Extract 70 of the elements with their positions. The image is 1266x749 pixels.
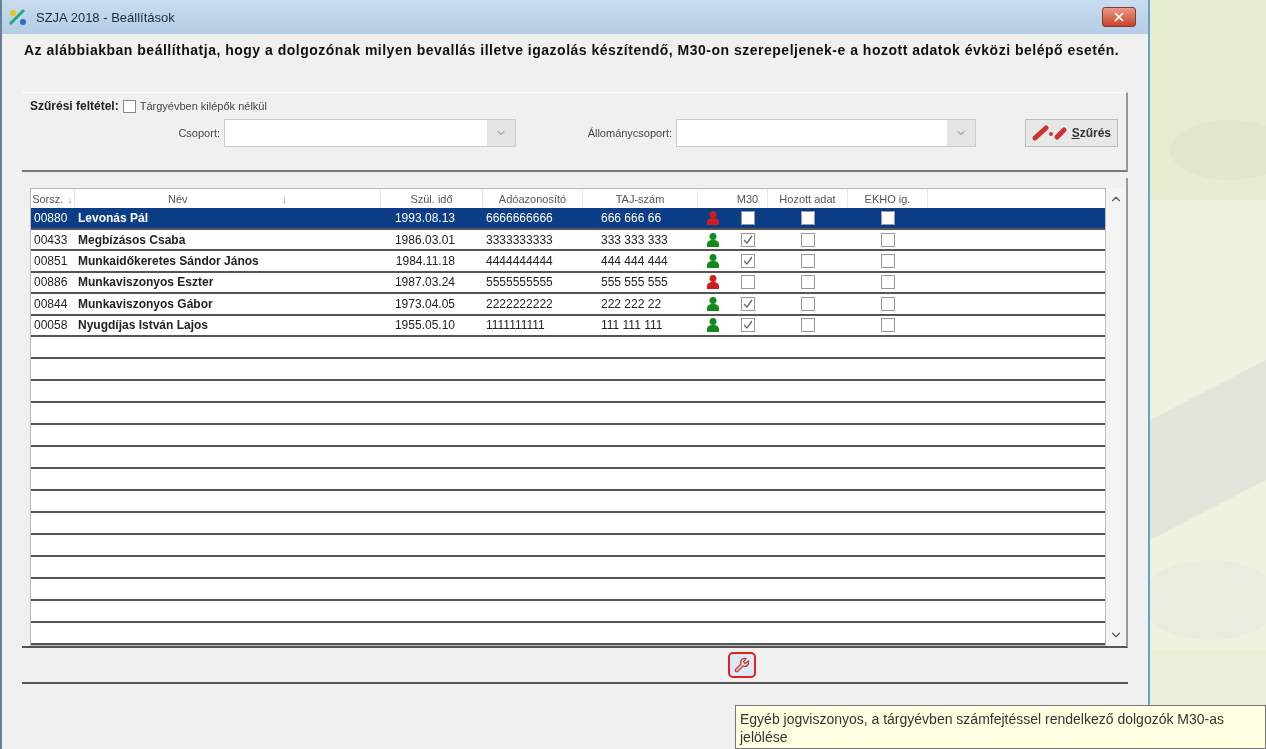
checkbox[interactable] [881, 232, 895, 247]
eraser-icon [1031, 125, 1068, 141]
table-cell-text: Megbízásos Csaba [77, 232, 187, 247]
table-row[interactable]: 00844 Munkaviszonyos Gábor 1973.04.05 2222222222 222 222 22 [31, 294, 1105, 316]
table-row[interactable]: 00851 Munkaidőkeretes Sándor János 1984.11.18 4444444444 444 444 444 [31, 251, 1105, 273]
filter-label: Szűrési feltétel: [30, 99, 119, 113]
table-cell-text: 00058 [33, 318, 69, 333]
table-cell-text: 00880 [33, 211, 69, 226]
checkbox[interactable] [801, 211, 815, 226]
table-cell-text: 555 555 555 [600, 275, 669, 290]
app-logo-icon [8, 8, 28, 26]
table-cell-text: Nyugdíjas István Lajos [77, 318, 210, 333]
table-cell-text: 1986.03.01 [393, 232, 456, 247]
checkbox[interactable] [741, 275, 755, 290]
table-cell-text: 4444444444 [485, 253, 554, 268]
table-row[interactable]: 00886 Munkaviszonyos Eszter 1987.03.24 5555555555 555 555 555 [31, 272, 1105, 295]
table-cell-text: 1987.03.24 [393, 275, 456, 290]
table-cell-text: Munkaviszonyos Gábor [77, 296, 214, 311]
table-cell-text: 00851 [33, 253, 69, 268]
checkbox[interactable] [801, 318, 815, 333]
table-cell-text: Munkaviszonyos Eszter [77, 275, 215, 290]
table-cell-text: Levonás Pál [77, 211, 150, 226]
table-row[interactable]: 00058 Nyugdíjas István Lajos 1955.05.10 1111111111 111 111 111 [31, 315, 1105, 337]
checkbox-label: Tárgyévben kilépők nélkül [139, 100, 267, 112]
checkbox[interactable] [741, 318, 755, 333]
staff-group-select[interactable] [676, 119, 976, 147]
table-cell-text: 666 666 66 [600, 211, 663, 226]
table-cell-text: 444 444 444 [600, 253, 669, 268]
table-cell-text: 1993.08.13 [393, 211, 456, 226]
table-cell-text: 1984.11.18 [394, 253, 456, 268]
checkbox[interactable] [881, 296, 895, 311]
checkbox[interactable] [741, 296, 755, 311]
checkbox[interactable] [741, 253, 755, 268]
window-title: SZJA 2018 - Beállítások [36, 9, 176, 25]
table-row[interactable]: 00880 Levonás Pál 1993.08.13 6666666666 666 666 66 [31, 208, 1105, 230]
checkbox[interactable] [801, 275, 815, 290]
table-cell-text: 3333333333 [485, 232, 554, 247]
checkbox[interactable] [122, 99, 136, 113]
checkbox[interactable] [741, 211, 755, 226]
table-cell-text: 00886 [33, 275, 69, 290]
close-icon [1112, 10, 1126, 24]
filter-button[interactable]: Szűrés [1024, 119, 1118, 147]
table-cell-text: 00844 [33, 296, 69, 311]
checkbox[interactable] [801, 296, 815, 311]
table-cell-text: Munkaidőkeretes Sándor János [77, 253, 260, 268]
tooltip: Egyéb jogviszonyos, a tárgyévben számfejtéssel rendelkező dolgozók M30-as jelölése [735, 705, 1266, 749]
table-cell-text: 1111111111 [485, 318, 546, 333]
group-select[interactable] [224, 119, 516, 147]
description-text: Az alábbiakban beállíthatja, hogy a dolgozónak milyen bevallás illetve igazolás készítendő, M30-on szerepeljenek-e a hozott adatok évközi belépő esetén. [23, 41, 1121, 60]
checkbox[interactable] [741, 232, 755, 247]
table-cell-text: 222 222 22 [600, 296, 663, 311]
table-cell-text: 111 111 111 [600, 318, 664, 333]
table-cell-text: 1955.05.10 [393, 318, 456, 333]
close-button[interactable] [1102, 7, 1136, 27]
table-cell-text: 5555555555 [485, 275, 554, 290]
tool-button[interactable] [728, 652, 756, 678]
table-cell-text: 2222222222 [485, 296, 554, 311]
table-cell-text: 6666666666 [485, 211, 554, 226]
wrench-icon [734, 657, 750, 673]
table-cell-text: 333 333 333 [600, 232, 669, 247]
staff-group-label: Állománycsoport: [586, 127, 672, 139]
checkbox[interactable] [881, 318, 895, 333]
table-cell-text: 1973.04.05 [393, 296, 456, 311]
checkbox[interactable] [881, 211, 895, 226]
checkbox[interactable] [881, 275, 895, 290]
checkbox[interactable] [801, 232, 815, 247]
checkbox[interactable] [881, 253, 895, 268]
group-label: Csoport: [177, 127, 220, 139]
table-cell-text: 00433 [33, 232, 69, 247]
checkbox[interactable] [801, 253, 815, 268]
